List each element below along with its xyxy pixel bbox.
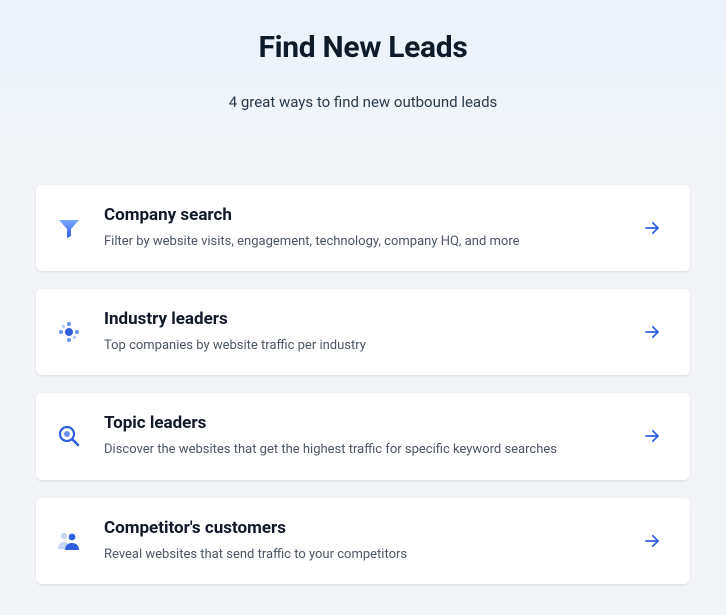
page-title: Find New Leads: [0, 30, 726, 65]
hero-section: Find New Leads 4 great ways to find new …: [0, 0, 726, 161]
card-body: Topic leaders Discover the websites that…: [104, 413, 622, 459]
card-industry-leaders[interactable]: Industry leaders Top companies by websit…: [36, 289, 690, 375]
magnify-icon: [54, 421, 84, 451]
card-body: Competitor's customers Reveal websites t…: [104, 518, 622, 564]
arrow-right-icon: [642, 426, 662, 446]
card-body: Company search Filter by website visits,…: [104, 205, 622, 251]
card-description: Reveal websites that send traffic to you…: [104, 546, 622, 564]
arrow-right-icon: [642, 531, 662, 551]
card-description: Top companies by website traffic per ind…: [104, 337, 622, 355]
card-topic-leaders[interactable]: Topic leaders Discover the websites that…: [36, 393, 690, 479]
card-description: Filter by website visits, engagement, te…: [104, 233, 622, 251]
cards-container: Company search Filter by website visits,…: [0, 161, 726, 584]
card-description: Discover the websites that get the highe…: [104, 441, 622, 459]
card-title: Topic leaders: [104, 413, 622, 433]
card-title: Company search: [104, 205, 622, 225]
card-body: Industry leaders Top companies by websit…: [104, 309, 622, 355]
card-title: Industry leaders: [104, 309, 622, 329]
molecule-icon: [54, 317, 84, 347]
arrow-right-icon: [642, 218, 662, 238]
funnel-icon: [54, 213, 84, 243]
card-competitor-customers[interactable]: Competitor's customers Reveal websites t…: [36, 498, 690, 584]
page-subtitle: 4 great ways to find new outbound leads: [0, 93, 726, 111]
card-title: Competitor's customers: [104, 518, 622, 538]
arrow-right-icon: [642, 322, 662, 342]
people-icon: [54, 526, 84, 556]
card-company-search[interactable]: Company search Filter by website visits,…: [36, 185, 690, 271]
